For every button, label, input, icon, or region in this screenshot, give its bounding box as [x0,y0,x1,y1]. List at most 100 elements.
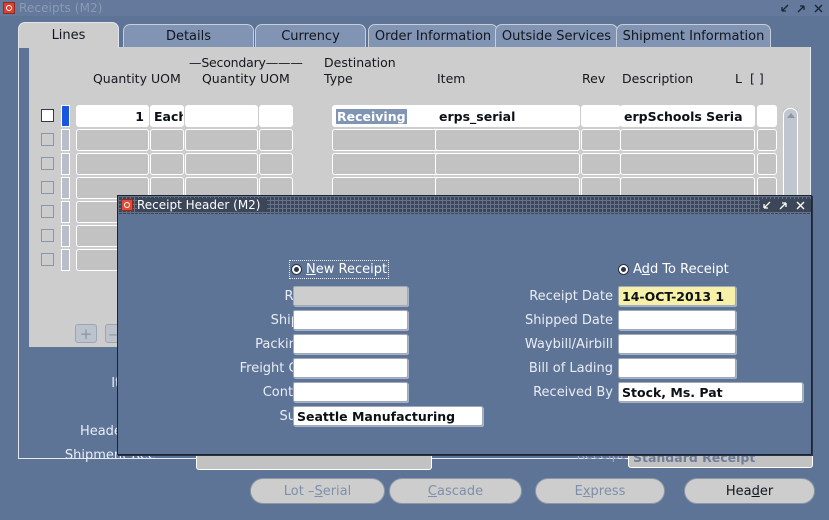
cell-selected-text: Receiving [336,108,407,124]
field-bill-of-lading[interactable] [618,358,736,378]
radio-new-receipt-label: New Receipt [306,262,388,277]
label-shipped-date: Shipped Date [524,313,613,328]
tab-lines[interactable]: Lines [18,22,119,48]
grid-header-uom: UOM [151,71,181,86]
cell-secondary-quantity[interactable] [185,129,258,151]
row-checkbox[interactable] [41,229,54,242]
row-checkbox[interactable] [41,157,54,170]
dialog-body: New Receipt Add To Receipt ReceiptShipme… [118,214,811,455]
radio-add-to-receipt-label: Add To Receipt [633,262,729,277]
tab-currency[interactable]: Currency [255,24,366,48]
receipts-window: Receipts (M2) Lines Details Currency Order … [0,0,829,520]
window-controls [778,2,829,15]
grid-header-item: Item [437,71,466,86]
current-row-indicator [61,129,70,151]
maximize-icon[interactable] [777,199,790,212]
current-row-indicator [61,153,70,175]
cell-destination-type[interactable] [332,153,447,175]
current-row-indicator [61,225,70,247]
row-checkbox[interactable] [41,205,54,218]
cell-l[interactable] [757,153,777,175]
table-row[interactable] [19,153,810,177]
radio-add-to-receipt[interactable]: Add To Receipt [618,262,729,277]
dialog-titlebar: Receipt Header (M2) [118,196,811,214]
field-packing-slip[interactable] [293,334,408,354]
row-checkbox[interactable] [41,253,54,266]
scroll-up-arrow-icon[interactable] [787,113,795,118]
cell-description[interactable] [620,153,755,175]
field-shipped-date[interactable] [618,310,736,330]
cell-secondary-uom[interactable] [259,105,293,127]
row-checkbox[interactable] [41,109,54,122]
cell-uom[interactable] [150,153,184,175]
cell-description[interactable] [620,129,755,151]
button-express: Ex press [535,478,665,504]
tab-details[interactable]: Details [123,24,254,48]
maximize-icon[interactable] [795,2,808,15]
cell-description[interactable]: erpSchools Seria [620,105,755,127]
cell-l[interactable] [757,105,777,127]
cell-quantity[interactable] [76,129,149,151]
cell-item[interactable] [435,153,580,175]
cell-quantity[interactable]: 1 [76,105,149,127]
field-freight-carrier[interactable] [293,358,408,378]
current-row-indicator [61,105,70,127]
label-waybill-airbill: Waybill/Airbill [524,337,613,352]
dialog-controls [760,198,811,212]
tab-order-information[interactable]: Order Information [368,24,498,48]
cell-item[interactable]: erps_serial [435,105,580,127]
cell-destination-type[interactable]: Receiving [332,105,447,127]
field-shipment[interactable] [293,310,408,330]
radio-new-receipt[interactable]: New Receipt [288,260,390,279]
cell-rev[interactable] [581,153,621,175]
grid-header: —Secondary——— Quantity UOM Quantity UOM Dest… [19,47,810,105]
window-title: Receipts (M2) [19,1,103,15]
cell-secondary-uom[interactable] [259,153,293,175]
row-checkbox[interactable] [41,181,54,194]
cell-secondary-quantity[interactable] [185,105,258,127]
cell-item[interactable] [435,129,580,151]
cell-l[interactable] [757,129,777,151]
minimize-icon[interactable] [778,2,791,15]
field-received-by[interactable]: Stock, Ms. Pat [618,382,803,402]
field-receipt-date[interactable]: 14-OCT-2013 1 [618,286,736,306]
label-receipt-date: Receipt Date [529,289,613,304]
cell-secondary-uom[interactable] [259,129,293,151]
receipt-header-dialog: Receipt Header (M2) New Receipt Add To R… [117,195,812,455]
dialog-title: Receipt Header (M2) [137,198,267,212]
table-row[interactable] [19,129,810,153]
tab-strip: Lines Details Currency Order Information Out… [0,16,829,48]
field-supplier[interactable]: Seattle Manufacturing [293,406,483,426]
cell-rev[interactable] [581,105,621,127]
cell-quantity[interactable] [76,153,149,175]
cell-secondary-quantity[interactable] [185,153,258,175]
grid-header-quantity: Quantity [92,71,147,86]
tab-outside-services[interactable]: Outside Services [495,24,618,48]
grid-header-description: Description [622,71,694,86]
field-containers[interactable] [293,382,408,402]
secondary-group-label: —Secondary——— [189,55,303,70]
tab-shipment-information[interactable]: Shipment Information [616,24,771,48]
grid-header-uom: UOM [260,71,290,86]
current-row-indicator [61,201,70,223]
button-cascade: Cascade [389,478,522,504]
close-icon[interactable] [812,2,825,15]
cell-rev[interactable] [581,129,621,151]
cell-destination-type[interactable] [332,129,447,151]
grid-header--: [ ] [750,71,764,86]
oracle-forms-icon [3,2,15,14]
cell-uom[interactable] [150,129,184,151]
table-row[interactable]: 1 Each Receiving erps_serial erpSchools Seri… [19,105,810,129]
field-waybill-airbill[interactable] [618,334,736,354]
close-icon[interactable] [794,199,807,212]
minimize-icon[interactable] [760,199,773,212]
button-header[interactable]: Hea d er [684,478,815,504]
row-checkbox[interactable] [41,133,54,146]
cell-uom[interactable]: Each [150,105,184,127]
grid-header-type: Type [324,71,353,86]
grid-header-quantity: Quantity [201,71,256,86]
oracle-forms-icon [121,199,133,211]
grid-header-destination: Destination [324,55,396,70]
window-titlebar: Receipts (M2) [0,0,829,16]
label-received-by: Received By [533,385,613,400]
